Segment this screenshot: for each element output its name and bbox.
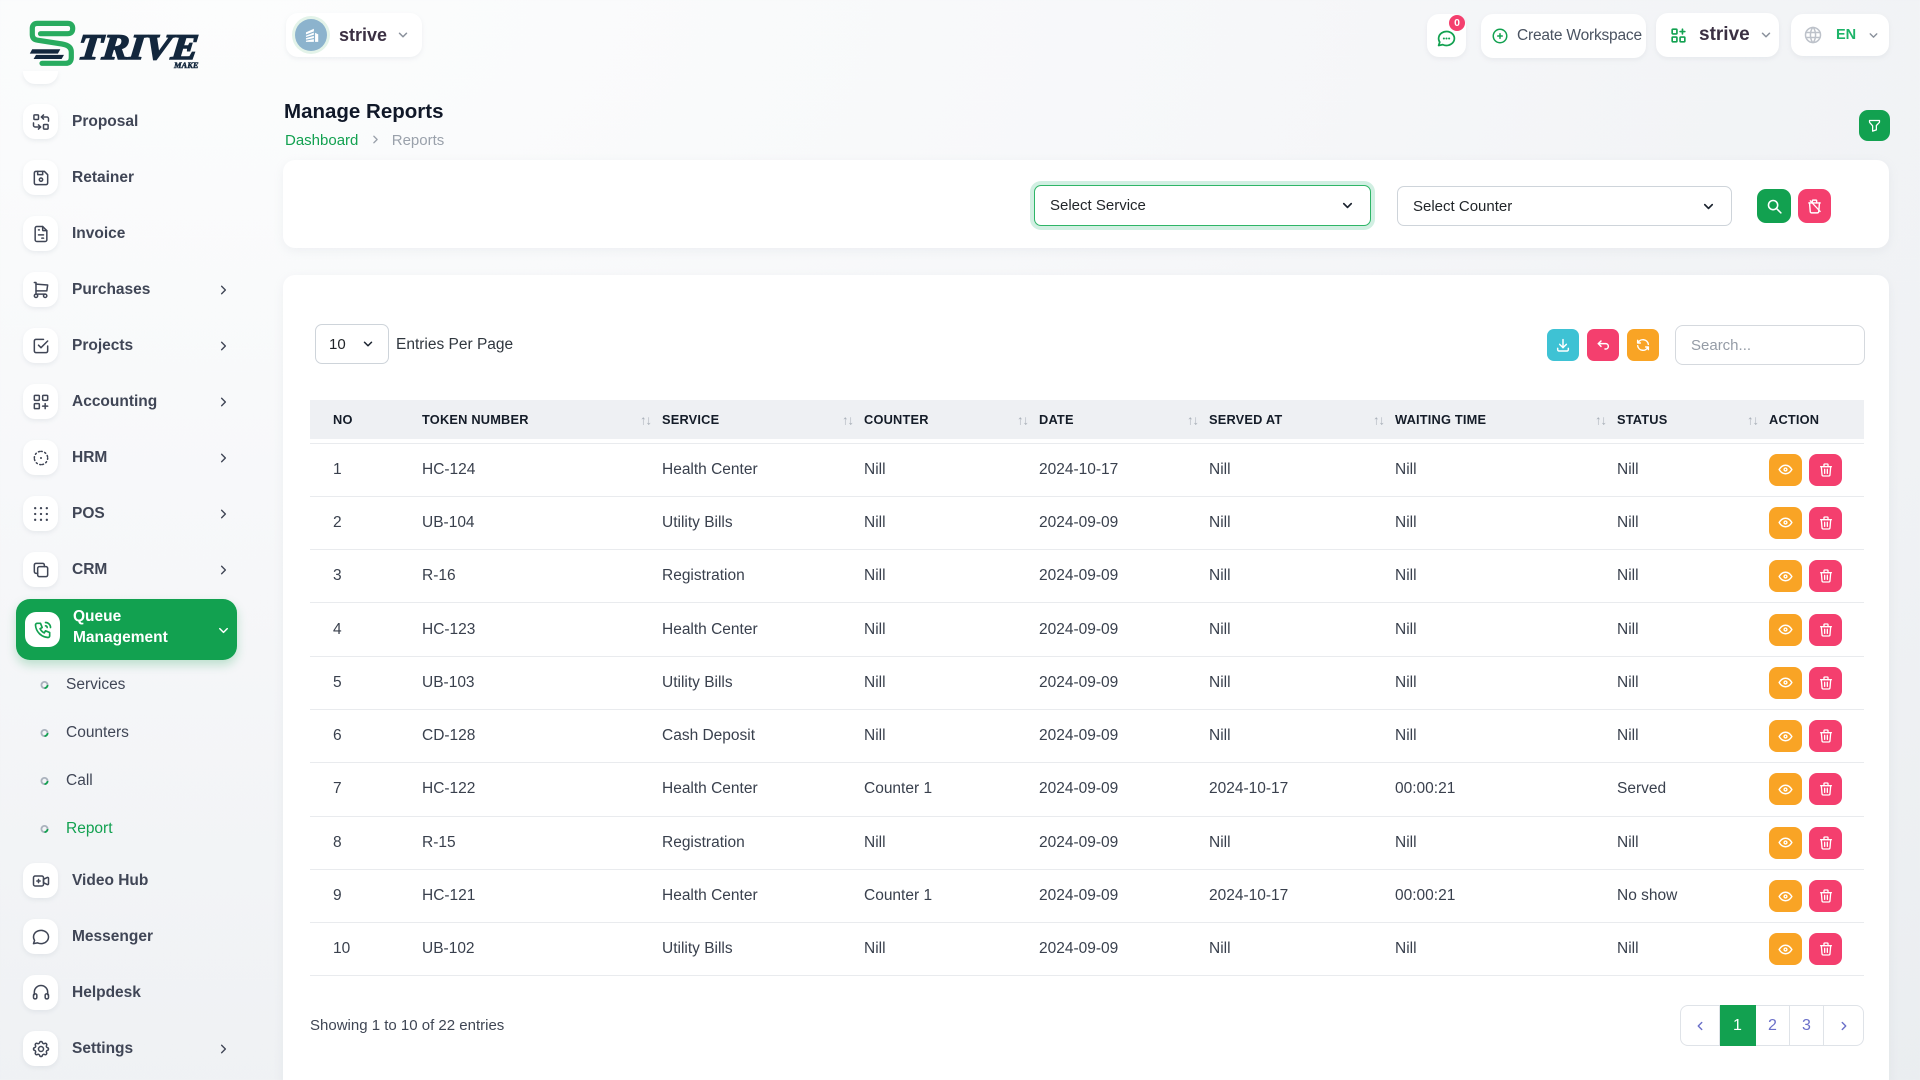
svg-text:MAKE: MAKE — [173, 60, 199, 70]
